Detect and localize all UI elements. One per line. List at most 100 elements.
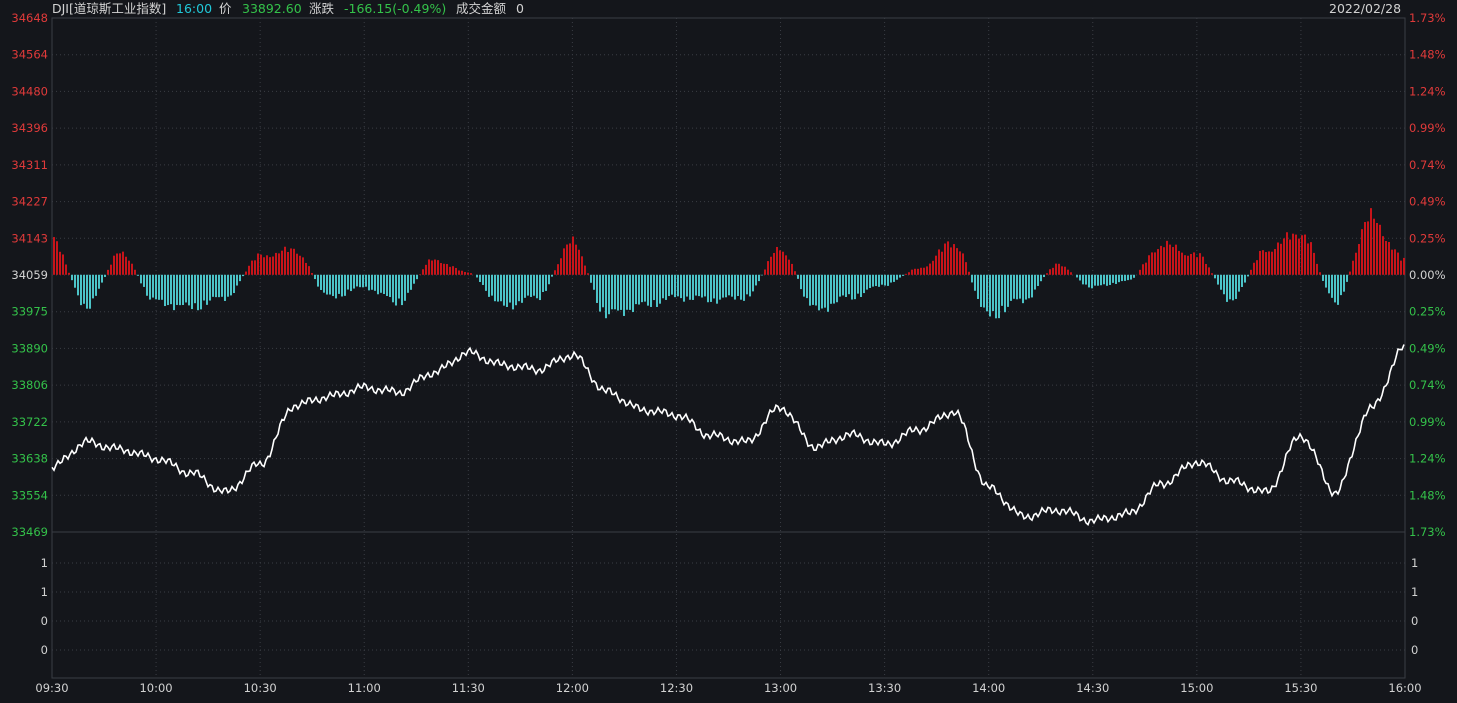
percent-tick-label: 0.99% <box>1409 121 1446 135</box>
volume-tick-label: 0 <box>1411 614 1418 628</box>
up-bar <box>1313 252 1315 275</box>
percent-tick-label: 0.25% <box>1409 305 1446 319</box>
up-bar <box>1190 253 1192 275</box>
down-bar <box>500 274 502 302</box>
up-bar <box>773 252 775 275</box>
volume-tick-label: 1 <box>41 556 48 570</box>
down-bar <box>197 274 199 311</box>
intraday-chart[interactable]: 34648 34564 34480 34396 34311 34227 34143 34059… <box>0 0 1457 703</box>
down-bar <box>1079 274 1081 281</box>
up-bar <box>1352 260 1354 275</box>
down-bar <box>338 274 340 294</box>
up-bar <box>1157 249 1159 275</box>
down-bar <box>899 274 901 278</box>
time-tick-label: 13:00 <box>764 681 797 695</box>
down-bar <box>212 274 214 297</box>
up-bar <box>1370 208 1372 275</box>
up-bar <box>470 273 472 275</box>
down-bar <box>716 274 718 304</box>
down-bar <box>866 274 868 290</box>
down-bar <box>491 274 493 296</box>
down-bar <box>1034 274 1036 290</box>
down-bar <box>746 274 748 295</box>
volume-tick-label: 0 <box>1411 643 1418 657</box>
up-bar <box>926 266 928 275</box>
down-bar <box>92 274 94 299</box>
down-bar <box>1019 274 1021 299</box>
down-bar <box>815 274 817 306</box>
up-bar <box>56 241 58 275</box>
up-bar <box>1364 222 1366 275</box>
down-bar <box>710 274 712 302</box>
percent-tick-label: 1.73% <box>1409 11 1446 25</box>
down-bar <box>857 274 859 294</box>
up-bar <box>962 253 964 275</box>
down-bar <box>605 274 607 319</box>
down-bar <box>332 274 334 297</box>
up-bar <box>455 267 457 275</box>
down-bar <box>695 274 697 296</box>
price-line <box>51 344 1405 526</box>
percent-tick-label: 1.48% <box>1409 488 1446 502</box>
down-bar <box>170 274 172 305</box>
price-tick-label: 33469 <box>11 525 48 539</box>
time-tick-label: 12:30 <box>660 681 693 695</box>
down-bar <box>1112 274 1114 283</box>
down-bar <box>1094 274 1096 286</box>
up-bar <box>1319 272 1321 275</box>
time-axis: 09:30 10:00 10:30 11:00 11:30 12:00 12:30 13:00… <box>35 681 1421 695</box>
percent-tick-label: 0.74% <box>1409 378 1446 392</box>
down-bar <box>1334 274 1336 303</box>
down-bar <box>542 274 544 293</box>
percent-tick-label: 0.99% <box>1409 415 1446 429</box>
up-bar <box>1268 251 1270 275</box>
down-bar <box>737 274 739 296</box>
down-bar <box>824 274 826 308</box>
down-bar <box>206 274 208 305</box>
down-bar <box>644 274 646 302</box>
down-bar <box>1040 274 1042 282</box>
down-bar <box>191 274 193 310</box>
up-bar <box>1049 269 1051 275</box>
down-bar <box>479 274 481 283</box>
down-bar <box>812 274 814 305</box>
down-bar <box>551 274 553 277</box>
up-bar <box>299 255 301 275</box>
down-bar <box>1016 274 1018 300</box>
down-bar <box>875 274 877 287</box>
up-bar <box>1307 243 1309 275</box>
down-bar <box>1217 274 1219 285</box>
chart-grid <box>51 17 1406 679</box>
down-bar <box>1328 274 1330 294</box>
up-bar <box>1295 234 1297 275</box>
down-bar <box>1007 274 1009 307</box>
down-bar <box>974 274 976 291</box>
up-bar <box>278 253 280 275</box>
volume-tick-label: 0 <box>41 614 48 628</box>
down-bar <box>530 274 532 297</box>
down-bar <box>734 274 736 300</box>
down-bar <box>629 274 631 310</box>
down-bar <box>1010 274 1012 301</box>
up-bar <box>272 256 274 275</box>
down-bar <box>836 274 838 303</box>
down-bar <box>902 274 904 276</box>
up-bar <box>1202 256 1204 275</box>
up-bar <box>929 263 931 275</box>
down-bar <box>152 274 154 298</box>
down-bar <box>98 274 100 289</box>
down-bar <box>521 274 523 303</box>
up-bar <box>1394 249 1396 275</box>
down-bar <box>239 274 241 282</box>
down-bar <box>527 274 529 296</box>
down-bar <box>404 274 406 301</box>
down-bar <box>1118 274 1120 283</box>
down-bar <box>350 274 352 292</box>
down-bar <box>803 274 805 297</box>
down-bar <box>668 274 670 297</box>
up-bar <box>1139 269 1141 275</box>
down-bar <box>398 274 400 299</box>
down-bar <box>548 274 550 285</box>
up-bar <box>245 271 247 275</box>
percent-tick-label: 0.25% <box>1409 231 1446 245</box>
